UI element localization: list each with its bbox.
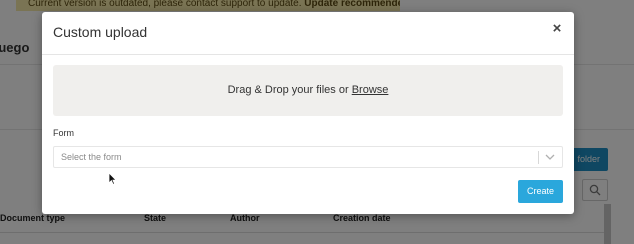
close-icon[interactable]: × <box>550 21 564 37</box>
dropzone-text: Drag & Drop your files or <box>227 84 352 96</box>
chevron-down-icon[interactable] <box>545 154 555 161</box>
custom-upload-modal: Custom upload × Drag & Drop your files o… <box>42 12 574 214</box>
select-divider <box>538 151 539 164</box>
form-select[interactable]: Select the form <box>53 146 563 168</box>
create-button[interactable]: Create <box>518 180 563 203</box>
modal-title: Custom upload <box>53 24 148 40</box>
browse-link[interactable]: Browse <box>352 84 389 96</box>
modal-header: Custom upload × <box>42 12 574 55</box>
file-dropzone[interactable]: Drag & Drop your files or Browse <box>53 65 563 116</box>
form-label: Form <box>53 128 74 138</box>
mouse-cursor-icon <box>108 172 117 185</box>
form-select-placeholder: Select the form <box>61 152 122 162</box>
